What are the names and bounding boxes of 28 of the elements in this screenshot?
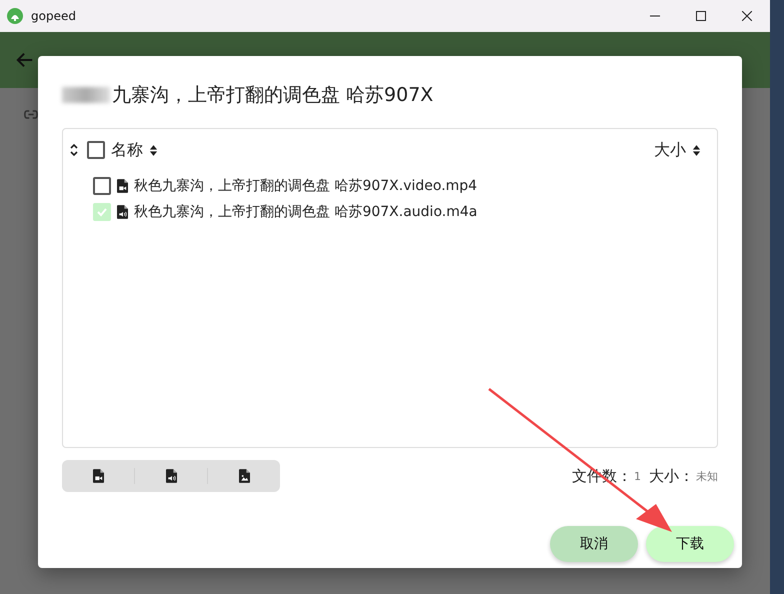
blurred-text — [62, 87, 110, 103]
back-arrow-icon[interactable] — [16, 51, 34, 69]
file-count-value: 1 — [634, 470, 641, 482]
close-icon — [742, 11, 752, 21]
audio-file-icon — [166, 469, 176, 483]
window-title: gopeed — [31, 9, 76, 23]
audio-file-icon — [117, 205, 128, 219]
sort-icon[interactable] — [692, 144, 701, 156]
maximize-icon — [696, 11, 706, 21]
image-file-icon — [238, 469, 250, 483]
size-label: 大小： — [649, 466, 694, 486]
file-name: 秋色九寨沟，上帝打翻的调色盘 哈苏907X.video.mp4 — [134, 177, 478, 195]
size-value: 未知 — [696, 468, 718, 484]
video-file-icon — [117, 179, 128, 193]
download-button[interactable]: 下载 — [646, 526, 734, 562]
app-logo-icon — [7, 8, 23, 24]
name-column-header[interactable]: 名称 — [111, 140, 143, 160]
video-file-icon — [92, 469, 104, 483]
file-name: 秋色九寨沟，上帝打翻的调色盘 哈苏907X.audio.m4a — [134, 203, 478, 221]
size-column-header[interactable]: 大小 — [654, 140, 686, 160]
cancel-button[interactable]: 取消 — [550, 526, 638, 562]
link-icon — [24, 110, 38, 119]
file-checkbox[interactable] — [93, 177, 111, 195]
expand-collapse-icon[interactable] — [69, 142, 79, 158]
select-all-checkbox[interactable] — [87, 141, 105, 159]
dialog-title: 九寨沟，上帝打翻的调色盘 哈苏907X — [112, 83, 434, 108]
checkmark-icon — [96, 206, 108, 218]
sort-icon[interactable] — [149, 144, 158, 156]
